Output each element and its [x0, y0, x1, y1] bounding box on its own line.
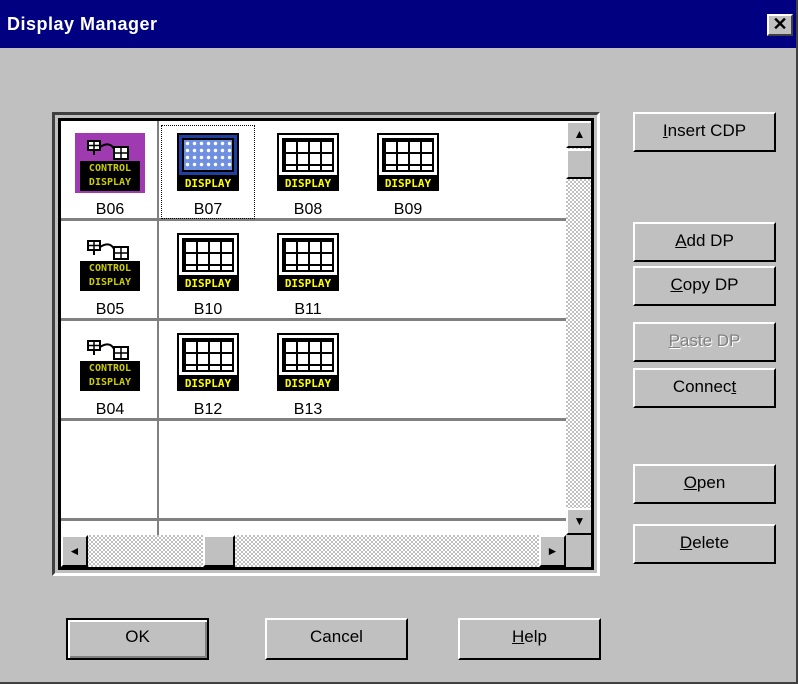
cancel-button[interactable]: Cancel: [265, 618, 408, 660]
display-label: B12: [193, 401, 223, 418]
connect-button[interactable]: Connect: [633, 368, 776, 408]
grid-row: CONTROL DISPLAY B05 DISPLAY B10 DISPLAY …: [61, 221, 566, 321]
arrow-left-icon: ◄: [68, 544, 81, 558]
grid-row: CONTROL DISPLAY B06 DISPLAY B07 DISPLAY …: [61, 121, 566, 221]
display-icon: [277, 133, 339, 177]
ok-button[interactable]: OK: [66, 618, 209, 660]
button-label-post: elp: [524, 627, 547, 646]
window-title: Display Manager: [7, 14, 158, 34]
display-label: B07: [193, 201, 223, 218]
display-item[interactable]: DISPLAY B11: [261, 225, 355, 319]
cdp-text-2: DISPLAY: [80, 277, 140, 289]
display-item[interactable]: DISPLAY B10: [161, 225, 255, 319]
help-button[interactable]: Help: [458, 618, 601, 660]
insert-cdp-button[interactable]: Insert CDP: [633, 112, 776, 152]
display-text: DISPLAY: [277, 177, 339, 191]
cdp-label: B05: [95, 301, 125, 318]
button-mnemonic: D: [679, 533, 693, 552]
button-label-post: nsert CDP: [667, 121, 747, 140]
scrollbar-corner: [566, 535, 591, 567]
cdp-cell-empty[interactable]: [61, 421, 159, 518]
cdp-cell[interactable]: CONTROL DISPLAY B06: [61, 121, 159, 218]
display-text: DISPLAY: [277, 277, 339, 291]
horizontal-scroll-thumb[interactable]: [203, 535, 235, 567]
display-grid-frame: CONTROL DISPLAY B06 DISPLAY B07 DISPLAY …: [52, 112, 600, 576]
display-label: B10: [193, 301, 223, 318]
button-label: Cancel: [310, 627, 363, 646]
display-label: B11: [294, 301, 322, 318]
cdp-text-1: CONTROL: [80, 363, 140, 375]
display-item[interactable]: DISPLAY B12: [161, 325, 255, 419]
button-label-post: elete: [692, 533, 730, 552]
arrow-up-icon: ▲: [573, 127, 586, 141]
button-label-post: dd DP: [686, 231, 734, 250]
display-text: DISPLAY: [177, 377, 239, 391]
title-bar: Display Manager ✕: [0, 0, 796, 48]
close-button[interactable]: ✕: [767, 14, 793, 36]
display-text: DISPLAY: [177, 277, 239, 291]
display-icon: [277, 233, 339, 277]
button-mnemonic: C: [670, 275, 683, 294]
button-label-pre: Connec: [672, 377, 732, 396]
display-grid: CONTROL DISPLAY B06 DISPLAY B07 DISPLAY …: [58, 118, 594, 570]
scroll-up-button[interactable]: ▲: [566, 121, 591, 148]
cdp-text-2: DISPLAY: [80, 377, 140, 389]
cdp-label: B04: [95, 401, 125, 418]
display-icon: [277, 333, 339, 377]
vertical-scroll-thumb[interactable]: [566, 149, 591, 179]
scroll-right-button[interactable]: ►: [539, 535, 566, 567]
cdp-item[interactable]: CONTROL DISPLAY B04: [63, 325, 157, 419]
button-label-post: pen: [696, 473, 726, 492]
display-icon: [377, 133, 439, 177]
cdp-cell[interactable]: CONTROL DISPLAY B04: [61, 321, 159, 418]
display-item[interactable]: DISPLAY B08: [261, 125, 355, 219]
display-item[interactable]: DISPLAY B13: [261, 325, 355, 419]
button-mnemonic: P: [668, 331, 680, 350]
display-icon: [177, 233, 239, 277]
display-icon: [177, 333, 239, 377]
scroll-down-button[interactable]: ▼: [566, 508, 591, 535]
cdp-item[interactable]: CONTROL DISPLAY B06: [63, 125, 157, 219]
delete-button[interactable]: Delete: [633, 524, 776, 564]
display-label: B08: [293, 201, 323, 218]
scroll-left-button[interactable]: ◄: [61, 535, 88, 567]
vertical-scrollbar[interactable]: ▲ ▼: [566, 121, 591, 535]
display-icon: [177, 133, 239, 177]
display-label: B13: [293, 401, 323, 418]
copy-dp-button[interactable]: Copy DP: [633, 266, 776, 306]
close-icon: ✕: [772, 14, 788, 34]
button-label-post: aste DP: [679, 331, 741, 350]
paste-dp-button[interactable]: Paste DP: [633, 322, 776, 362]
display-manager-dialog: Display Manager ✕ CONTROL DISPLAY B06 DI…: [0, 0, 798, 684]
display-item[interactable]: DISPLAY B07: [161, 125, 255, 219]
cdp-cell[interactable]: CONTROL DISPLAY B05: [61, 221, 159, 318]
display-label: B09: [393, 201, 423, 218]
grid-row: CONTROL DISPLAY B04 DISPLAY B12 DISPLAY …: [61, 321, 566, 421]
button-mnemonic: O: [683, 473, 697, 492]
horizontal-scrollbar[interactable]: ◄ ►: [61, 535, 566, 567]
cdp-text-2: DISPLAY: [80, 177, 140, 189]
button-mnemonic: A: [675, 231, 687, 250]
display-text: DISPLAY: [177, 177, 239, 191]
button-label-post: opy DP: [682, 275, 739, 294]
button-mnemonic: t: [731, 377, 737, 396]
open-button[interactable]: Open: [633, 464, 776, 504]
grid-row-empty: [61, 421, 566, 521]
cdp-label: B06: [95, 201, 125, 218]
button-mnemonic: H: [512, 627, 525, 646]
add-dp-button[interactable]: Add DP: [633, 222, 776, 262]
display-text: DISPLAY: [277, 377, 339, 391]
button-label: OK: [125, 627, 150, 646]
arrow-down-icon: ▼: [573, 514, 586, 528]
display-item[interactable]: DISPLAY B09: [361, 125, 455, 219]
display-text: DISPLAY: [377, 177, 439, 191]
cdp-text-1: CONTROL: [80, 263, 140, 275]
cdp-text-1: CONTROL: [80, 163, 140, 175]
cdp-item[interactable]: CONTROL DISPLAY B05: [63, 225, 157, 319]
arrow-right-icon: ►: [546, 544, 559, 558]
